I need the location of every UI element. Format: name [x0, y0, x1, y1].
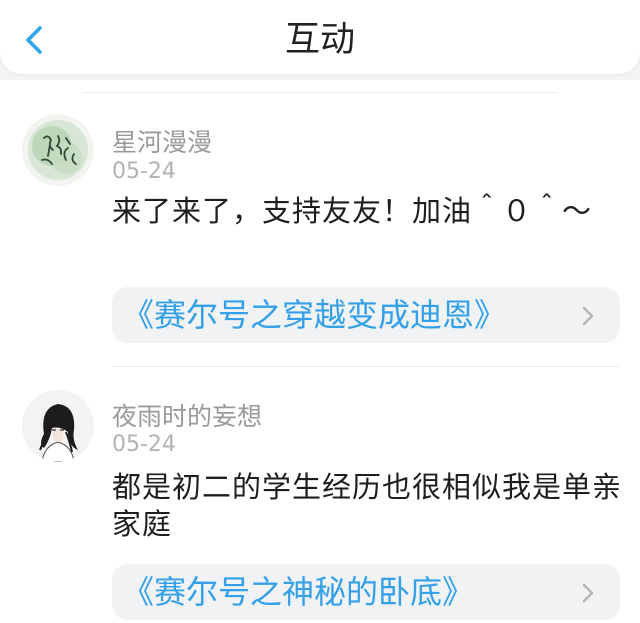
avatar[interactable]	[22, 390, 94, 462]
book-title: 《赛尔号之穿越变成迪恩》	[122, 296, 507, 334]
chevron-right-icon	[582, 583, 594, 603]
comment-date: 05-24	[112, 432, 176, 457]
book-title: 《赛尔号之神秘的卧底》	[122, 573, 475, 611]
comment-feed: 星河漫漫 05-24 来了来了，支持友友！加油＾０＾～ 《赛尔号之穿越变成迪恩》…	[0, 80, 640, 623]
comment-date: 05-24	[112, 159, 176, 184]
divider	[82, 92, 558, 93]
username[interactable]: 夜雨时的妄想	[112, 397, 262, 433]
calligraphy-avatar-image	[22, 114, 94, 186]
avatar[interactable]	[22, 114, 94, 186]
page-title: 互动	[284, 20, 355, 60]
chevron-right-icon	[582, 306, 594, 326]
username[interactable]: 星河漫漫	[112, 123, 212, 159]
divider	[112, 366, 620, 367]
comment-text: 来了来了，支持友友！加油＾０＾～	[112, 194, 593, 228]
book-link-card[interactable]: 《赛尔号之穿越变成迪恩》	[112, 287, 620, 343]
anime-avatar-image	[22, 390, 94, 462]
comment-text: 都是初二的学生经历也很相似我是单亲家庭	[112, 470, 623, 541]
book-link-card[interactable]: 《赛尔号之神秘的卧底》	[112, 564, 620, 620]
